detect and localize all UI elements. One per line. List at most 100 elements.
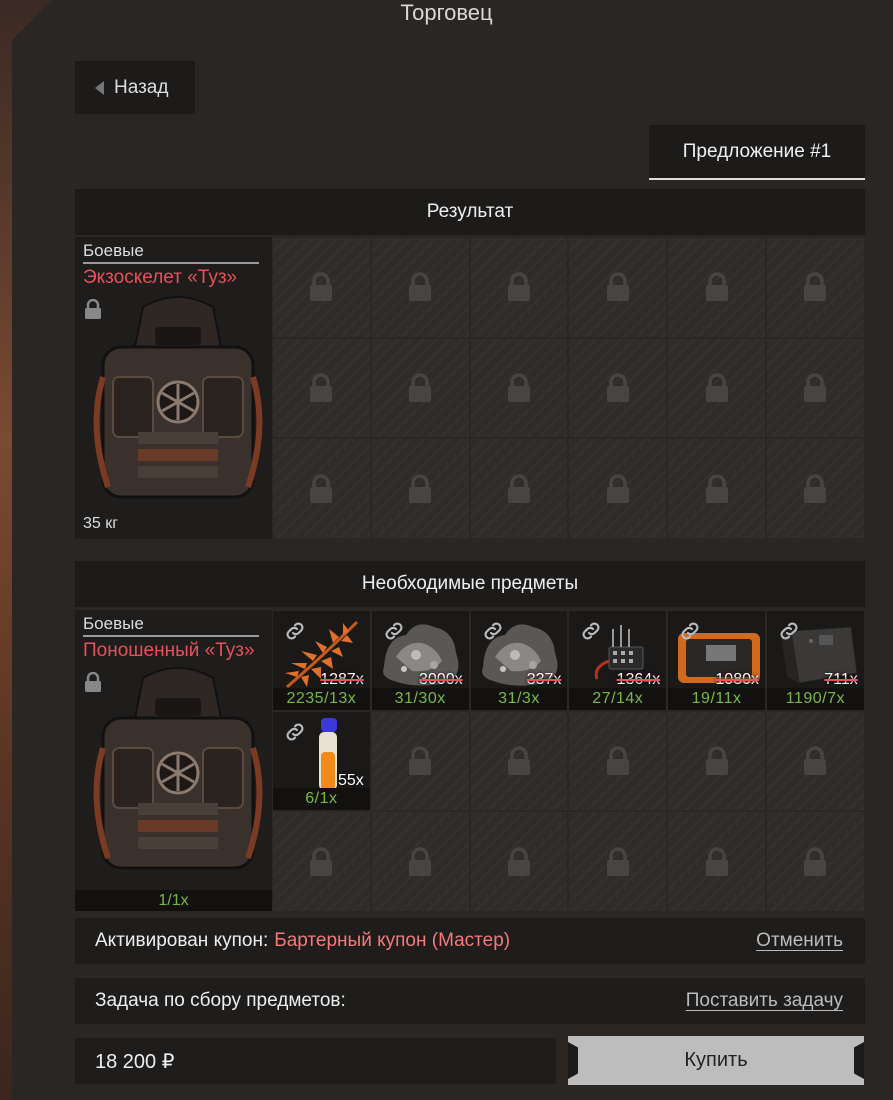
back-button[interactable]: Назад <box>75 61 195 114</box>
cancel-coupon-button[interactable]: Отменить <box>756 930 843 952</box>
required-locked-slot[interactable] <box>568 710 668 812</box>
result-locked-slot[interactable] <box>667 438 766 540</box>
back-arrow-icon <box>95 80 104 95</box>
result-locked-slot[interactable] <box>469 337 569 439</box>
required-item-slot[interactable]: 337x 31/3x <box>469 610 569 711</box>
result-locked-slot[interactable] <box>765 237 865 338</box>
required-quantity: 1190/7x <box>766 687 864 710</box>
result-header-label: Результат <box>426 201 514 222</box>
required-item-slot[interactable]: 55x 6/1x <box>272 710 371 812</box>
lock-icon <box>507 373 530 403</box>
result-item-card[interactable]: Боевые Экзоскелет «Туз» 35 кг <box>75 237 272 539</box>
result-slot-grid <box>272 237 865 540</box>
lock-icon <box>804 373 827 403</box>
required-item-slot[interactable]: 1080x 19/11x <box>667 610 766 711</box>
result-locked-slot[interactable] <box>765 438 865 540</box>
owned-quantity: 1364x <box>616 671 661 688</box>
result-locked-slot[interactable] <box>272 337 371 439</box>
required-quantity: 27/14x <box>569 687 667 710</box>
lock-icon <box>705 373 728 403</box>
required-item-slot[interactable]: 3000x 31/30x <box>370 610 470 711</box>
coupon-name: Бартерный купон (Мастер) <box>274 930 511 951</box>
owned-quantity: 1287x <box>320 671 364 688</box>
result-locked-slot[interactable] <box>568 337 668 439</box>
link-icon <box>286 622 304 640</box>
required-item-slot[interactable]: 1364x 27/14x <box>568 610 668 711</box>
result-locked-slot[interactable] <box>568 438 668 540</box>
result-locked-slot[interactable] <box>370 337 470 439</box>
lock-icon <box>606 846 629 876</box>
lock-icon <box>705 746 728 776</box>
required-header: Необходимые предметы <box>75 561 865 607</box>
owned-quantity: 55x <box>338 771 364 789</box>
lock-icon <box>409 373 432 403</box>
result-locked-slot[interactable] <box>469 237 569 338</box>
lock-icon <box>705 473 728 503</box>
owned-quantity: 711x <box>824 671 858 688</box>
link-icon <box>484 622 502 640</box>
result-locked-slot[interactable] <box>765 337 865 439</box>
result-locked-slot[interactable] <box>568 237 668 338</box>
lock-icon <box>507 272 530 302</box>
result-locked-slot[interactable] <box>469 438 569 540</box>
result-locked-slot[interactable] <box>370 237 470 338</box>
required-locked-slot[interactable] <box>469 710 569 812</box>
lock-icon <box>705 272 728 302</box>
required-item-slot[interactable]: 711x 1190/7x <box>765 610 865 711</box>
required-locked-slot[interactable] <box>667 710 766 812</box>
price-value: 18 200 ₽ <box>95 1050 175 1073</box>
lock-icon <box>705 846 728 876</box>
required-locked-slot[interactable] <box>765 811 865 913</box>
required-locked-slot[interactable] <box>370 710 470 812</box>
result-locked-slot[interactable] <box>272 237 371 338</box>
owned-quantity: 3000x <box>419 671 463 688</box>
required-locked-slot[interactable] <box>370 811 470 913</box>
tab-offer-1[interactable]: Предложение #1 <box>649 125 865 180</box>
required-locked-slot[interactable] <box>272 811 371 913</box>
lock-icon <box>804 272 827 302</box>
lock-icon <box>606 473 629 503</box>
link-icon <box>780 622 798 640</box>
result-item-weight: 35 кг <box>83 515 119 532</box>
result-locked-slot[interactable] <box>667 237 766 338</box>
exoskeleton-icon <box>93 296 263 499</box>
required-item-category: Боевые <box>83 614 259 637</box>
result-header: Результат <box>75 189 865 235</box>
result-locked-slot[interactable] <box>370 438 470 540</box>
lock-icon <box>507 473 530 503</box>
result-locked-slot[interactable] <box>667 337 766 439</box>
link-icon <box>385 622 403 640</box>
buy-button[interactable]: Купить <box>568 1036 864 1085</box>
lock-icon <box>310 272 333 302</box>
lock-icon <box>606 746 629 776</box>
offer-tab-label: Предложение #1 <box>682 140 832 162</box>
lock-icon <box>409 473 432 503</box>
task-label: Задача по сбору предметов: <box>95 990 346 1011</box>
required-header-label: Необходимые предметы <box>361 573 579 594</box>
lock-icon <box>409 746 432 776</box>
worn-exoskeleton-icon <box>93 667 263 870</box>
lock-icon <box>606 272 629 302</box>
lock-icon <box>310 846 333 876</box>
coupon-label: Активирован купон: <box>95 930 269 951</box>
buy-label: Купить <box>684 1049 748 1071</box>
required-locked-slot[interactable] <box>568 811 668 913</box>
required-item-count: 1/1x <box>75 890 272 911</box>
lock-icon <box>507 846 530 876</box>
result-locked-slot[interactable] <box>272 438 371 540</box>
required-locked-slot[interactable] <box>765 710 865 812</box>
result-item-category: Боевые <box>83 241 259 264</box>
link-icon <box>582 622 600 640</box>
required-item-card[interactable]: Боевые Поношенный «Туз» 1/1x <box>75 610 272 911</box>
lock-icon <box>606 373 629 403</box>
required-item-slot[interactable]: 1287x 2235/13x <box>272 610 371 711</box>
set-task-button[interactable]: Поставить задачу <box>686 990 843 1012</box>
lock-icon <box>409 846 432 876</box>
required-locked-slot[interactable] <box>469 811 569 913</box>
required-quantity: 6/1x <box>273 788 370 811</box>
required-slot-grid: 1287x 2235/13x 3000x 31/30x 337x 31/3x 1364x 27… <box>272 610 865 913</box>
window-title: Торговец <box>400 0 493 25</box>
price-display: 18 200 ₽ <box>75 1038 556 1084</box>
required-locked-slot[interactable] <box>667 811 766 913</box>
required-quantity: 31/3x <box>470 687 568 710</box>
